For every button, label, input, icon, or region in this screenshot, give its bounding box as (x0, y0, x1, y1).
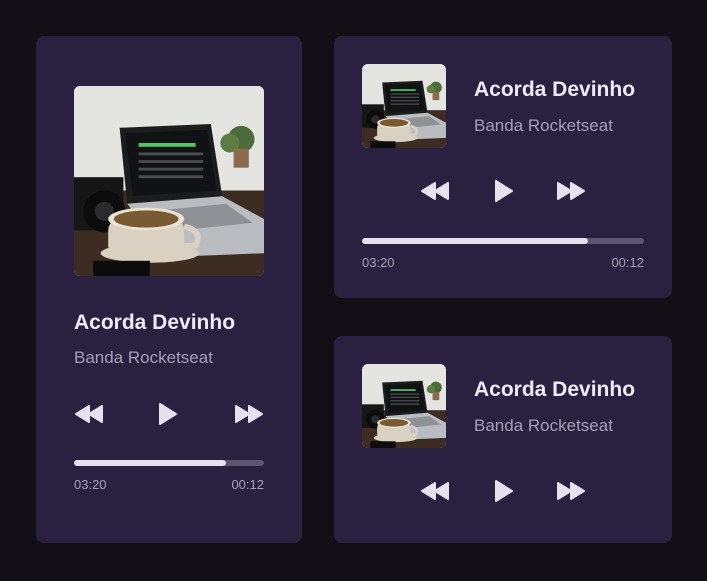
rewind-icon (421, 182, 449, 200)
album-art-image (362, 364, 446, 448)
remaining-time: 00:12 (611, 255, 644, 270)
progress-fill (362, 238, 588, 244)
play-button[interactable] (154, 401, 180, 427)
fast-forward-icon (557, 182, 585, 200)
progress-bar[interactable] (362, 238, 644, 244)
previous-button[interactable] (74, 402, 104, 426)
previous-button[interactable] (420, 479, 450, 503)
album-art-image (74, 86, 264, 276)
artist-name: Banda Rocketseat (474, 416, 613, 435)
next-button[interactable] (556, 179, 586, 203)
player-card-mini: Acorda Devinho Banda Rocketseat (334, 336, 672, 543)
progress-bar[interactable] (74, 460, 264, 466)
player-card-large: Acorda Devinho Banda Rocketseat 03:20 00… (36, 36, 302, 543)
song-title: Acorda Devinho (474, 378, 636, 401)
album-cover (362, 364, 446, 448)
artist-name: Banda Rocketseat (474, 116, 613, 135)
rewind-icon (421, 482, 449, 500)
elapsed-time: 03:20 (362, 255, 395, 270)
next-button[interactable] (234, 402, 264, 426)
album-cover (74, 86, 264, 276)
song-title: Acorda Devinho (74, 311, 236, 334)
rewind-icon (75, 405, 103, 423)
play-icon (159, 403, 177, 425)
player-card-compact: Acorda Devinho Banda Rocketseat 03:20 00… (334, 36, 672, 298)
song-title: Acorda Devinho (474, 78, 636, 101)
next-button[interactable] (556, 479, 586, 503)
album-cover (362, 64, 446, 148)
play-button[interactable] (490, 478, 516, 504)
play-icon (495, 480, 513, 502)
remaining-time: 00:12 (231, 477, 264, 492)
album-art-image (362, 64, 446, 148)
progress-fill (74, 460, 226, 466)
artist-name: Banda Rocketseat (74, 348, 213, 367)
elapsed-time: 03:20 (74, 477, 107, 492)
fast-forward-icon (557, 482, 585, 500)
fast-forward-icon (235, 405, 263, 423)
play-button[interactable] (490, 178, 516, 204)
play-icon (495, 180, 513, 202)
previous-button[interactable] (420, 179, 450, 203)
